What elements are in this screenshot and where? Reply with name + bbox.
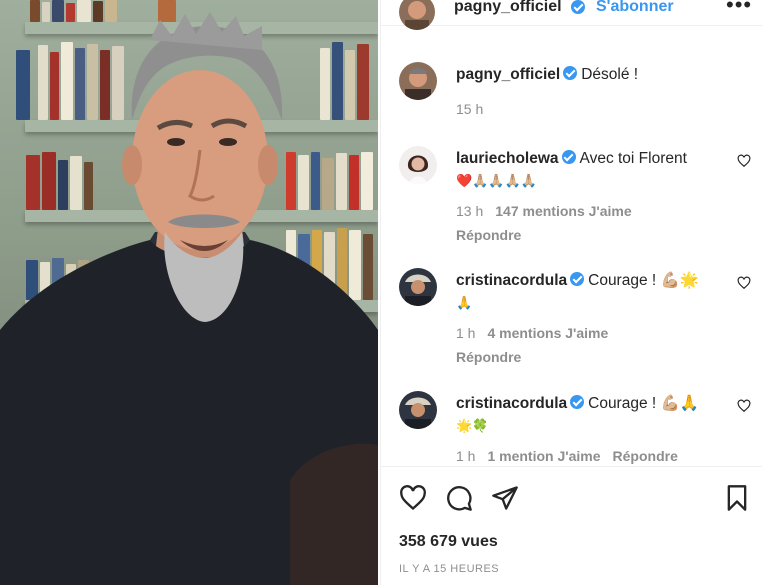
comment-time: 13 h bbox=[456, 203, 484, 219]
heart-icon[interactable] bbox=[737, 399, 751, 413]
post-header: pagny_officiel S'abonner ••• bbox=[381, 0, 762, 30]
heart-icon[interactable] bbox=[737, 154, 751, 168]
comment-text: Avec toi Florent bbox=[579, 150, 687, 167]
verified-icon bbox=[570, 395, 585, 409]
comments-panel: pagny_officiel S'abonner ••• pagny_offic… bbox=[380, 0, 762, 585]
avatar[interactable] bbox=[399, 0, 435, 30]
video-frame[interactable] bbox=[0, 0, 378, 585]
speaker-person bbox=[0, 12, 378, 585]
comment-icon[interactable] bbox=[445, 484, 473, 512]
comment-emoji: ❤️🙏🏼🙏🏼🙏🏼🙏🏼 bbox=[456, 173, 537, 188]
share-icon[interactable] bbox=[491, 484, 519, 512]
post-timestamp: IL Y A 15 HEURES bbox=[399, 563, 500, 575]
comment-meta: 1 h 4 mentions J'aime bbox=[456, 322, 726, 344]
comment-time: 1 h bbox=[456, 325, 476, 341]
comment-body: cristinacordula Courage ! 💪🏼🙏 🌟🍀 1 h 1 men… bbox=[456, 393, 726, 466]
bookmark-icon[interactable] bbox=[723, 484, 751, 512]
comment-likes[interactable]: 4 mentions J'aime bbox=[487, 325, 608, 341]
comment-emoji: 🙏 bbox=[456, 295, 473, 310]
heart-icon[interactable] bbox=[737, 276, 751, 290]
more-icon[interactable]: ••• bbox=[726, 0, 752, 18]
comment-meta: 1 h 1 mention J'aime Répondre bbox=[456, 445, 726, 466]
comment-body: pagny_officiel Désolé ! 15 h bbox=[456, 64, 726, 120]
comment-likes[interactable]: 147 mentions J'aime bbox=[495, 203, 631, 219]
comment-username[interactable]: lauriecholewa bbox=[456, 150, 559, 167]
comment-body: lauriecholewa Avec toi Florent ❤️🙏🏼🙏🏼🙏🏼🙏🏼… bbox=[456, 148, 726, 246]
comment-time: 1 h bbox=[456, 448, 476, 464]
comment-username[interactable]: cristinacordula bbox=[456, 272, 567, 289]
reply-button[interactable]: Répondre bbox=[456, 346, 726, 368]
heart-icon[interactable] bbox=[399, 484, 427, 512]
comment-username[interactable]: pagny_officiel bbox=[456, 66, 560, 83]
reply-button[interactable]: Répondre bbox=[613, 448, 678, 464]
comment-text: Courage ! 💪🏼🌟 bbox=[588, 272, 700, 289]
comment-meta: 15 h bbox=[456, 98, 726, 120]
comment-time: 15 h bbox=[456, 101, 484, 117]
avatar[interactable] bbox=[399, 268, 437, 306]
verified-icon bbox=[561, 150, 576, 164]
verified-icon bbox=[571, 0, 585, 14]
view-count: 358 679 vues bbox=[399, 533, 498, 550]
comment-body: cristinacordula Courage ! 💪🏼🌟 🙏 1 h 4 ment… bbox=[456, 270, 726, 368]
comment-likes[interactable]: 1 mention J'aime bbox=[487, 448, 600, 464]
header-username[interactable]: pagny_officiel bbox=[454, 0, 562, 16]
comment-text: Désolé ! bbox=[581, 66, 639, 83]
comment-meta: 13 h 147 mentions J'aime bbox=[456, 200, 726, 222]
reply-button[interactable]: Répondre bbox=[456, 224, 726, 246]
avatar[interactable] bbox=[399, 62, 437, 100]
avatar[interactable] bbox=[399, 391, 437, 429]
follow-button[interactable]: S'abonner bbox=[596, 0, 674, 16]
comment-username[interactable]: cristinacordula bbox=[456, 395, 567, 412]
action-bar: 358 679 vues IL Y A 15 HEURES bbox=[381, 466, 762, 585]
comment-emoji: 🌟🍀 bbox=[456, 418, 489, 433]
avatar[interactable] bbox=[399, 146, 437, 184]
comment-list[interactable]: pagny_officiel Désolé ! 15 h lauriecholew… bbox=[381, 40, 762, 466]
verified-icon bbox=[563, 66, 578, 80]
verified-icon bbox=[570, 272, 585, 286]
comment-text: Courage ! 💪🏼🙏 bbox=[588, 395, 700, 412]
